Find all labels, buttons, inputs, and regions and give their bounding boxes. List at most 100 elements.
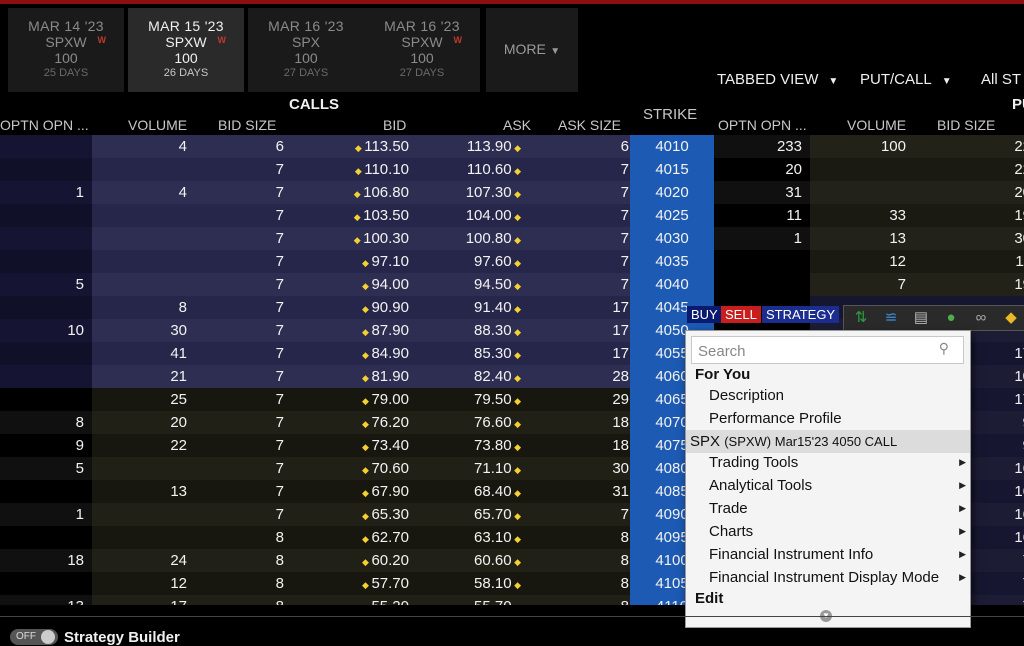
cell-volume[interactable]: 41 — [92, 342, 195, 365]
cell-volume[interactable]: 21 — [92, 365, 195, 388]
cell-bid[interactable]: ◆ 100.30 — [292, 227, 417, 250]
put-col-header-open-interest[interactable]: OPTN OPN ... — [718, 117, 807, 133]
expiry-tab-1[interactable]: MAR 15 '23 SPXW 100 26 DAYS W — [128, 8, 244, 92]
cell-bid[interactable]: ◆ 106.80 — [292, 181, 417, 204]
cell-open-interest[interactable] — [0, 480, 92, 503]
cell-ask-size[interactable]: 31 — [529, 480, 637, 503]
cell-ask-size[interactable]: 30 — [529, 457, 637, 480]
cell-ask[interactable]: 94.50 ◆ — [417, 273, 529, 296]
cell-ask[interactable]: 63.10 ◆ — [417, 526, 529, 549]
cell-bid[interactable]: ◆ 76.20 — [292, 411, 417, 434]
cell-strike[interactable]: 4025 — [630, 204, 714, 227]
col-header-ask[interactable]: ASK — [503, 117, 531, 133]
cell-volume[interactable]: 8 — [92, 296, 195, 319]
table-row[interactable]: 7◆ 103.50104.00 ◆74025113319 — [0, 204, 1024, 227]
put-cell-bid-size[interactable]: 11 — [914, 250, 1024, 273]
cell-ask-size[interactable]: 7 — [529, 181, 637, 204]
cell-ask[interactable]: 97.60 ◆ — [417, 250, 529, 273]
put-cell-volume[interactable]: 13 — [810, 227, 914, 250]
menu-item-display-mode[interactable]: Financial Instrument Display Mode ▶ — [686, 566, 970, 589]
cell-strike[interactable]: 4020 — [630, 181, 714, 204]
put-cell-bid-size[interactable]: 22 — [914, 135, 1024, 158]
cell-ask[interactable]: 73.80 ◆ — [417, 434, 529, 457]
cell-volume[interactable] — [92, 457, 195, 480]
cell-ask-size[interactable]: 18 — [529, 411, 637, 434]
cell-ask-size[interactable]: 6 — [529, 135, 637, 158]
cell-strike[interactable]: 4030 — [630, 227, 714, 250]
cell-bid-size[interactable]: 7 — [195, 319, 292, 342]
cell-open-interest[interactable] — [0, 572, 92, 595]
more-expiries-button[interactable]: MORE ▼ — [486, 8, 578, 92]
cell-bid[interactable]: ◆ 65.30 — [292, 503, 417, 526]
cell-ask[interactable]: 107.30 ◆ — [417, 181, 529, 204]
col-header-ask-size[interactable]: ASK SIZE — [558, 117, 621, 133]
put-cell-volume[interactable]: 12 — [810, 250, 914, 273]
cell-strike[interactable]: 4035 — [630, 250, 714, 273]
cell-open-interest[interactable] — [0, 227, 92, 250]
cell-volume[interactable]: 17 — [92, 595, 195, 605]
lock-icon[interactable]: ◆ — [1002, 309, 1020, 327]
cell-bid-size[interactable]: 7 — [195, 503, 292, 526]
cell-bid[interactable]: ◆ 97.10 — [292, 250, 417, 273]
cell-bid[interactable]: ◆ 70.60 — [292, 457, 417, 480]
cell-open-interest[interactable]: 1 — [0, 503, 92, 526]
cell-bid[interactable]: ◆ 81.90 — [292, 365, 417, 388]
cell-ask[interactable]: 65.70 ◆ — [417, 503, 529, 526]
put-call-dropdown[interactable]: PUT/CALL ▼ — [860, 71, 952, 88]
cell-volume[interactable]: 12 — [92, 572, 195, 595]
cell-volume[interactable]: 25 — [92, 388, 195, 411]
cell-bid-size[interactable]: 8 — [195, 595, 292, 605]
put-cell-bid-size[interactable]: 19 — [914, 273, 1024, 296]
cell-ask[interactable]: 113.90 ◆ — [417, 135, 529, 158]
cell-ask-size[interactable]: 17 — [529, 342, 637, 365]
cell-open-interest[interactable]: 13 — [0, 595, 92, 605]
cell-bid-size[interactable]: 7 — [195, 342, 292, 365]
cell-ask-size[interactable]: 7 — [529, 273, 637, 296]
expiry-tab-2[interactable]: MAR 16 '23 SPX 100 27 DAYS — [248, 8, 364, 92]
cell-strike[interactable]: 4015 — [630, 158, 714, 181]
cell-volume[interactable]: 30 — [92, 319, 195, 342]
cell-bid[interactable]: ◆ 87.90 — [292, 319, 417, 342]
cell-bid-size[interactable]: 7 — [195, 181, 292, 204]
cell-ask-size[interactable]: 7 — [529, 503, 637, 526]
cell-volume[interactable]: 20 — [92, 411, 195, 434]
cell-bid-size[interactable]: 7 — [195, 480, 292, 503]
cell-ask[interactable]: 104.00 ◆ — [417, 204, 529, 227]
cell-ask[interactable]: 88.30 ◆ — [417, 319, 529, 342]
cell-open-interest[interactable] — [0, 250, 92, 273]
cell-open-interest[interactable] — [0, 388, 92, 411]
cell-ask[interactable]: 79.50 ◆ — [417, 388, 529, 411]
cell-ask[interactable]: 91.40 ◆ — [417, 296, 529, 319]
cell-strike[interactable]: 4010 — [630, 135, 714, 158]
cell-ask[interactable]: 68.40 ◆ — [417, 480, 529, 503]
menu-item-analytical-tools[interactable]: Analytical Tools ▶ — [686, 474, 970, 497]
cell-bid-size[interactable]: 7 — [195, 457, 292, 480]
table-row[interactable]: 7◆ 110.10110.60 ◆740152022 — [0, 158, 1024, 181]
put-cell-open-interest[interactable] — [714, 273, 810, 296]
put-cell-open-interest[interactable]: 233 — [714, 135, 810, 158]
chart-icon[interactable]: ≌ — [882, 309, 900, 327]
cell-volume[interactable]: 24 — [92, 549, 195, 572]
cell-volume[interactable]: 4 — [92, 135, 195, 158]
menu-item-financial-instrument-info[interactable]: Financial Instrument Info ▶ — [686, 543, 970, 566]
cell-bid[interactable]: ◆ 62.70 — [292, 526, 417, 549]
strategy-button[interactable]: STRATEGY — [762, 306, 840, 323]
cell-ask-size[interactable]: 8 — [529, 572, 637, 595]
table-row[interactable]: 57◆ 94.0094.50 ◆74040719 — [0, 273, 1024, 296]
document-icon[interactable]: ▤ — [912, 309, 930, 327]
cell-volume[interactable] — [92, 227, 195, 250]
cell-ask[interactable]: 76.60 ◆ — [417, 411, 529, 434]
cell-bid-size[interactable]: 7 — [195, 204, 292, 227]
put-cell-open-interest[interactable] — [714, 250, 810, 273]
cell-bid[interactable]: ◆ 94.00 — [292, 273, 417, 296]
put-cell-volume[interactable]: 33 — [810, 204, 914, 227]
menu-item-performance-profile[interactable]: Performance Profile — [686, 407, 970, 430]
cell-bid-size[interactable]: 7 — [195, 227, 292, 250]
table-row[interactable]: 7◆ 97.1097.60 ◆740351211 — [0, 250, 1024, 273]
cell-volume[interactable] — [92, 250, 195, 273]
cell-volume[interactable] — [92, 503, 195, 526]
buy-button[interactable]: BUY — [687, 306, 722, 323]
cell-volume[interactable]: 13 — [92, 480, 195, 503]
cell-ask[interactable]: 100.80 ◆ — [417, 227, 529, 250]
cell-bid[interactable]: ◆ 90.90 — [292, 296, 417, 319]
